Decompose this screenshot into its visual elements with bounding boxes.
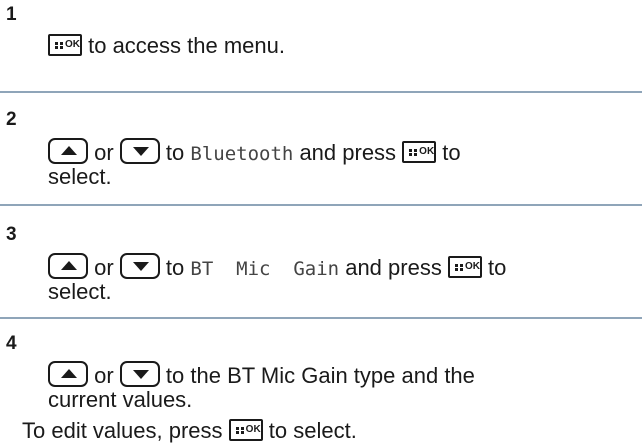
step-text-continued: select. <box>48 164 112 189</box>
step-text: or to Bluetooth and press OK to <box>48 138 461 167</box>
step-number: 4 <box>6 333 17 354</box>
up-arrow-icon <box>48 138 88 164</box>
step-text: OK to access the menu. <box>48 33 285 59</box>
up-arrow-icon <box>48 253 88 279</box>
step-note: To edit values, press OK to select. <box>22 418 357 443</box>
menu-ok-icon: OK <box>48 34 82 56</box>
menu-item-name: BT Mic Gain <box>190 258 340 280</box>
menu-ok-icon: OK <box>402 141 437 163</box>
step-text: or to BT Mic Gain and press OK to <box>48 253 506 282</box>
up-arrow-icon <box>48 361 88 387</box>
down-arrow-icon <box>119 138 160 164</box>
step-number: 2 <box>6 109 17 130</box>
step-text-continued: current values. <box>48 387 193 412</box>
menu-ok-icon: OK <box>228 419 263 441</box>
step-text-continued: select. <box>48 279 112 304</box>
step-number: 3 <box>6 224 17 245</box>
divider <box>0 91 642 93</box>
step-text: or to the BT Mic Gain type and the <box>48 361 475 389</box>
down-arrow-icon <box>119 253 160 279</box>
step-number: 1 <box>6 4 17 25</box>
divider <box>0 204 642 206</box>
menu-item-name: Bluetooth <box>190 143 294 165</box>
down-arrow-icon <box>119 361 160 387</box>
menu-ok-icon: OK <box>447 256 482 278</box>
divider <box>0 317 642 319</box>
